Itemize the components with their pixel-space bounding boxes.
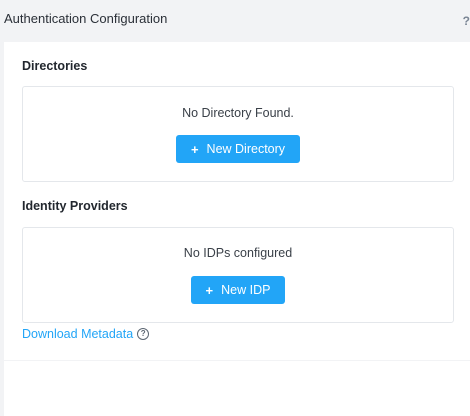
- page-title: Authentication Configuration: [4, 11, 168, 26]
- panel-footer-area: [4, 361, 470, 416]
- new-idp-button[interactable]: + New IDP: [191, 276, 285, 304]
- idps-empty-text: No IDPs configured: [183, 246, 293, 260]
- new-idp-label: New IDP: [221, 283, 271, 297]
- download-metadata-link[interactable]: Download Metadata ?: [22, 327, 150, 341]
- plus-icon: +: [205, 282, 214, 298]
- question-circle-icon[interactable]: ?: [137, 328, 150, 340]
- page-header: Authentication Configuration ?: [0, 0, 470, 40]
- directories-title: Directories: [22, 59, 88, 73]
- auth-config-panel: Directories No Directory Found. + New Di…: [4, 42, 470, 360]
- identity-providers-title: Identity Providers: [22, 199, 128, 213]
- directories-empty-text: No Directory Found.: [182, 106, 294, 120]
- plus-icon: +: [190, 141, 199, 157]
- new-directory-label: New Directory: [206, 142, 286, 156]
- download-metadata-label: Download Metadata: [22, 327, 134, 341]
- new-directory-button[interactable]: + New Directory: [176, 135, 300, 163]
- help-icon[interactable]: ?: [463, 14, 470, 28]
- idps-box: No IDPs configured + New IDP: [22, 227, 454, 323]
- directories-box: No Directory Found. + New Directory: [22, 86, 454, 182]
